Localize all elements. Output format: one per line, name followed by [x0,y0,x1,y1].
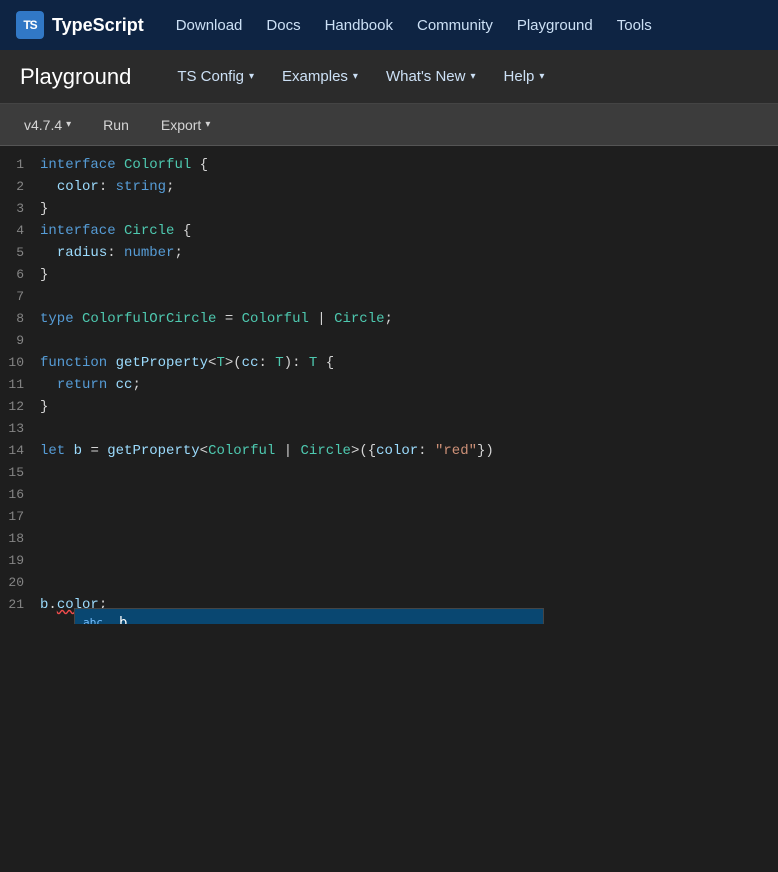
ts-logo-icon: TS [16,11,44,39]
code-line: 7 [0,286,778,308]
line-number: 12 [0,396,40,418]
playground-title: Playground [20,64,131,90]
autocomplete-dropdown[interactable]: abcbabcccabcCircleabcColorfulabcColorful… [74,608,544,624]
line-number: 11 [0,374,40,396]
code-line: 8type ColorfulOrCircle = Colorful | Circ… [0,308,778,330]
nav-docs[interactable]: Docs [266,13,300,38]
line-number: 9 [0,330,40,352]
line-number: 21 [0,594,40,616]
tsconfig-dropdown[interactable]: TS Config ▾ [163,60,268,93]
line-number: 17 [0,506,40,528]
code-line: 18 [0,528,778,550]
line-content [40,550,778,572]
code-line: 6} [0,264,778,286]
code-line: 4interface Circle { [0,220,778,242]
nav-tools[interactable]: Tools [617,13,652,38]
line-number: 4 [0,220,40,242]
code-line: 12} [0,396,778,418]
examples-dropdown[interactable]: Examples ▾ [268,60,372,93]
line-number: 3 [0,198,40,220]
version-button[interactable]: v4.7.4 ▾ [16,113,79,137]
version-chevron-icon: ▾ [66,119,71,130]
line-number: 19 [0,550,40,572]
line-content [40,462,778,484]
line-number: 10 [0,352,40,374]
line-content: return cc; [40,374,778,396]
code-line: 15 [0,462,778,484]
line-content: interface Colorful { [40,154,778,176]
line-number: 16 [0,484,40,506]
code-line: 14let b = getProperty<Colorful | Circle>… [0,440,778,462]
line-number: 18 [0,528,40,550]
whats-new-chevron-icon: ▾ [471,71,476,82]
help-chevron-icon: ▾ [539,71,544,82]
code-editor[interactable]: 1interface Colorful {2 color: string;3}4… [0,146,778,624]
line-content: interface Circle { [40,220,778,242]
top-nav: TS TypeScript Download Docs Handbook Com… [0,0,778,50]
line-number: 2 [0,176,40,198]
autocomplete-item-icon: abc [83,612,111,624]
line-content [40,506,778,528]
line-number: 8 [0,308,40,330]
line-content [40,528,778,550]
line-content: let b = getProperty<Colorful | Circle>({… [40,440,778,462]
line-number: 5 [0,242,40,264]
line-content: color: string; [40,176,778,198]
line-content: } [40,396,778,418]
code-line: 16 [0,484,778,506]
help-dropdown[interactable]: Help ▾ [490,60,559,93]
code-line: 10function getProperty<T>(cc: T): T { [0,352,778,374]
export-button[interactable]: Export ▾ [153,113,219,137]
line-content [40,572,778,594]
nav-community[interactable]: Community [417,13,493,38]
code-line: 9 [0,330,778,352]
line-number: 6 [0,264,40,286]
nav-handbook[interactable]: Handbook [325,13,393,38]
line-number: 13 [0,418,40,440]
line-content: } [40,264,778,286]
line-content: } [40,198,778,220]
code-line: 11 return cc; [0,374,778,396]
second-nav: Playground TS Config ▾ Examples ▾ What's… [0,50,778,104]
logo-link[interactable]: TS TypeScript [16,11,144,39]
whats-new-dropdown[interactable]: What's New ▾ [372,60,490,93]
line-number: 14 [0,440,40,462]
line-content [40,330,778,352]
line-content: type ColorfulOrCircle = Colorful | Circl… [40,308,778,330]
nav-playground[interactable]: Playground [517,13,593,38]
line-content: function getProperty<T>(cc: T): T { [40,352,778,374]
nav-download[interactable]: Download [176,13,243,38]
line-number: 7 [0,286,40,308]
run-button[interactable]: Run [87,113,145,137]
tsconfig-chevron-icon: ▾ [249,71,254,82]
line-content [40,286,778,308]
logo-title: TypeScript [52,15,144,36]
autocomplete-item[interactable]: abcb [75,609,543,624]
line-number: 1 [0,154,40,176]
code-line: 20 [0,572,778,594]
line-number: 20 [0,572,40,594]
export-chevron-icon: ▾ [205,119,210,130]
code-line: 19 [0,550,778,572]
code-line: 3} [0,198,778,220]
line-content: radius: number; [40,242,778,264]
line-number: 15 [0,462,40,484]
third-nav: v4.7.4 ▾ Run Export ▾ [0,104,778,146]
code-line: 17 [0,506,778,528]
code-line: 2 color: string; [0,176,778,198]
examples-chevron-icon: ▾ [353,71,358,82]
line-content [40,484,778,506]
code-line: 1interface Colorful { [0,154,778,176]
line-content [40,418,778,440]
autocomplete-item-label: b [119,612,535,624]
code-line: 13 [0,418,778,440]
code-line: 5 radius: number; [0,242,778,264]
top-nav-links: Download Docs Handbook Community Playgro… [176,13,652,38]
